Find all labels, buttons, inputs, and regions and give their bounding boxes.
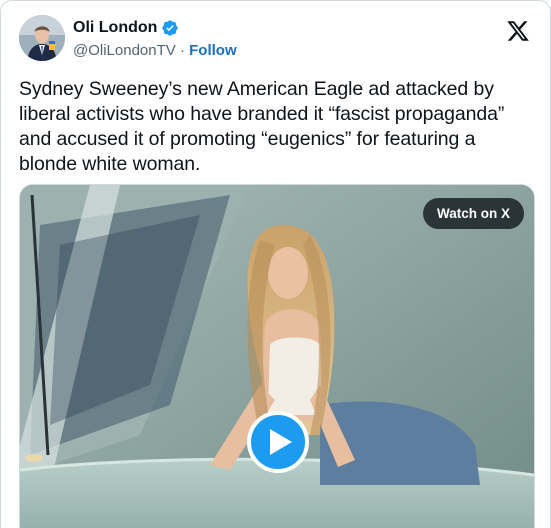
author-name[interactable]: Oli London — [73, 18, 157, 38]
tweet-video[interactable]: Watch on X — [19, 184, 535, 528]
tweet-card: Oli London @OliLondonTV · Follow Sydney … — [0, 0, 551, 528]
play-button[interactable] — [247, 411, 309, 473]
x-logo-icon[interactable] — [506, 19, 530, 43]
video-thumbnail — [20, 185, 534, 528]
verified-badge-icon — [162, 20, 179, 36]
follow-button[interactable]: Follow — [189, 42, 237, 59]
tweet-header: Oli London @OliLondonTV · Follow — [19, 15, 532, 65]
author-info: Oli London @OliLondonTV · Follow — [73, 18, 237, 60]
handle-row: @OliLondonTV · Follow — [73, 41, 237, 60]
avatar-image — [19, 15, 65, 61]
author-avatar[interactable] — [19, 15, 65, 61]
play-icon — [270, 429, 292, 455]
tweet-text: Sydney Sweeney’s new American Eagle ad a… — [19, 78, 505, 175]
separator-dot: · — [179, 42, 185, 59]
watch-on-x-button[interactable]: Watch on X — [423, 198, 524, 229]
author-handle[interactable]: @OliLondonTV — [73, 42, 176, 59]
